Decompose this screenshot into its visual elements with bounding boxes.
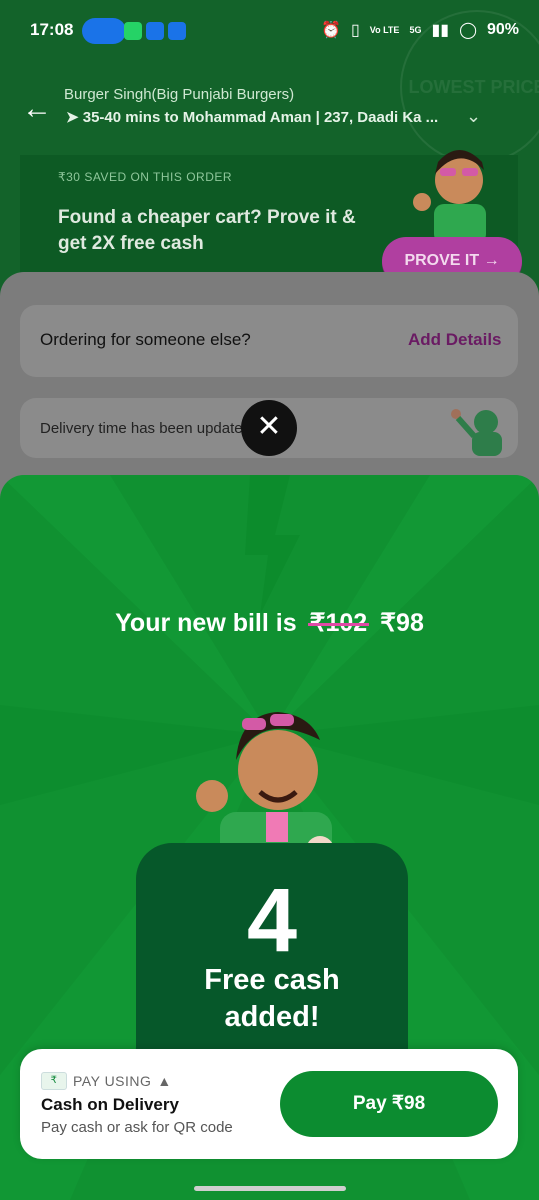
free-cash-caption: Free cash added! xyxy=(204,964,340,1033)
add-details-link[interactable]: Add Details xyxy=(408,330,502,350)
waving-person-icon xyxy=(451,409,502,456)
network-indicator: 5G xyxy=(409,25,422,35)
battery-level: 90% xyxy=(486,21,519,38)
payment-method: Cash on Delivery xyxy=(41,1095,179,1114)
delivery-address[interactable]: ➤ 35-40 mins to Mohammad Aman | 237, Daa… xyxy=(66,108,438,126)
pay-using-label: PAY USING xyxy=(73,1073,152,1089)
free-cash-amount: 4 xyxy=(246,871,298,971)
signal-icon: ▮▮ xyxy=(431,22,450,39)
mascot-thumbs-up-icon xyxy=(413,150,486,244)
delivery-notice-text: Delivery time has been update xyxy=(40,420,243,437)
call-icon xyxy=(168,22,186,40)
restaurant-name: Burger Singh(Big Punjabi Burgers) xyxy=(64,86,295,103)
close-modal-button[interactable]: ✕ xyxy=(241,400,297,456)
chevron-down-icon[interactable]: ⌄ xyxy=(466,106,481,127)
volte-indicator: Vo LTE xyxy=(369,25,400,35)
status-bar: 17:08 ⏰ ▯ Vo LTE 5G ▮▮ ◯ 90% xyxy=(0,0,539,62)
payment-hint: Pay cash or ask for QR code xyxy=(41,1119,233,1136)
battery-icon: ◯ xyxy=(459,22,477,39)
back-arrow-icon[interactable]: ← xyxy=(22,92,52,126)
whatsapp-icon xyxy=(124,22,142,40)
new-bill-text: Your new bill is ₹102 ₹98 xyxy=(115,609,424,637)
saved-amount: ₹30 SAVED ON THIS ORDER xyxy=(58,170,233,184)
promo-message: Found a cheaper cart? Prove it & get 2X … xyxy=(58,207,356,254)
vibrate-icon: ▯ xyxy=(350,22,360,39)
alarm-icon: ⏰ xyxy=(321,22,341,39)
hotspot-indicator-icon xyxy=(82,18,126,44)
location-arrow-icon: ➤ xyxy=(66,109,83,126)
status-right: ⏰ ▯ Vo LTE 5G ▮▮ ◯ 90% xyxy=(321,20,519,40)
caret-up-icon: ▲ xyxy=(157,1073,172,1089)
cash-icon: ₹ xyxy=(41,1072,67,1090)
old-price: ₹102 xyxy=(307,609,369,637)
pay-button[interactable]: Pay ₹98 xyxy=(280,1071,498,1137)
status-time: 17:08 xyxy=(30,20,74,39)
order-for-text: Ordering for someone else? xyxy=(40,330,251,349)
home-indicator[interactable] xyxy=(194,1186,346,1191)
new-price: ₹98 xyxy=(380,609,424,637)
pay-using-selector[interactable]: ₹ PAY USING ▲ xyxy=(41,1072,172,1090)
notification-icon xyxy=(146,22,164,40)
